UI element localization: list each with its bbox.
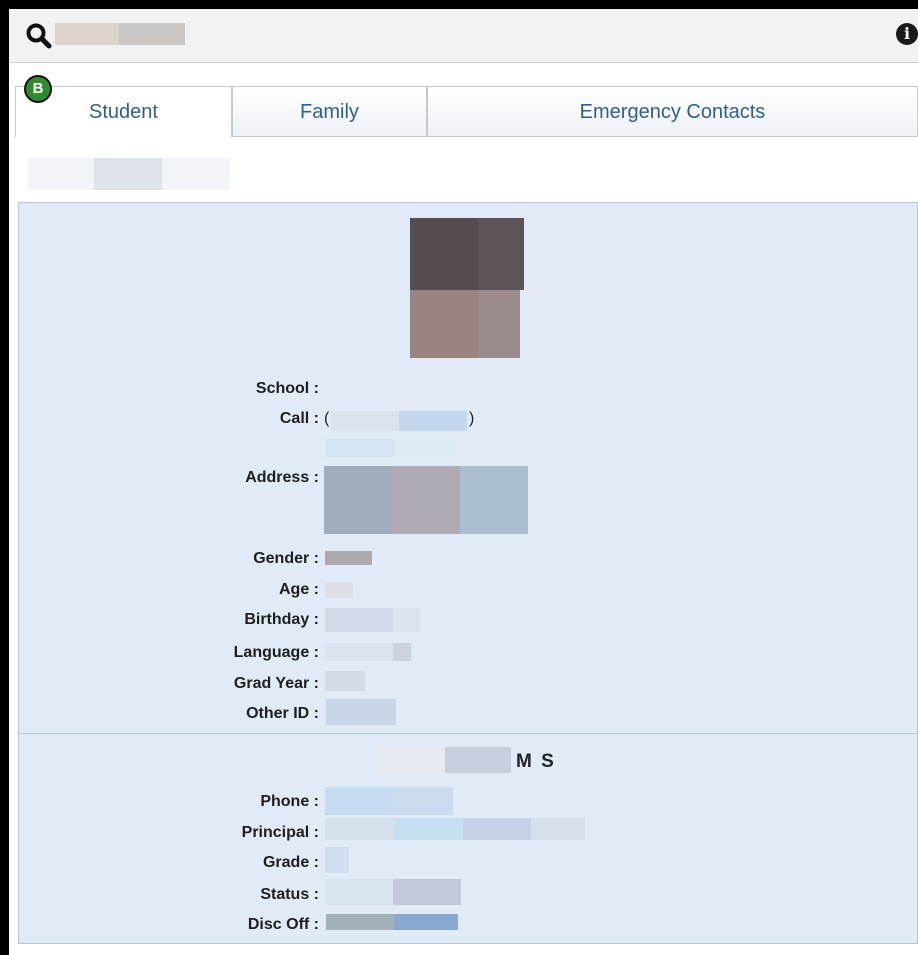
principal-redacted-2 — [395, 818, 463, 840]
gender-label: Gender : — [253, 550, 319, 567]
phone-label: Phone : — [260, 793, 319, 810]
school-name-redacted-2 — [445, 747, 511, 773]
status-redacted — [325, 879, 393, 905]
disc-off-redacted-2 — [394, 914, 458, 930]
other-id-label: Other ID : — [246, 705, 319, 722]
age-redacted — [325, 582, 353, 598]
search-icon[interactable] — [26, 23, 52, 49]
call-line2-redacted — [325, 439, 395, 457]
student-name-redacted-2 — [94, 158, 162, 190]
grade-redacted — [325, 847, 349, 873]
call-value-redacted — [331, 411, 399, 431]
phone-redacted-2 — [393, 787, 453, 815]
address-redacted-3 — [460, 466, 528, 534]
call-open-paren: ( — [324, 410, 330, 427]
school-label: School : — [255, 380, 319, 397]
grad-year-redacted — [325, 671, 365, 691]
age-label: Age : — [279, 581, 319, 598]
student-name-redacted-3 — [162, 158, 230, 190]
school-name-redacted — [377, 747, 445, 773]
tab-bar: Student Family Emergency Contacts — [15, 86, 918, 137]
phone-redacted — [325, 787, 393, 815]
address-label: Address : — [245, 469, 319, 486]
tab-family[interactable]: Family — [232, 86, 427, 136]
info-icon[interactable]: i — [896, 23, 918, 45]
disc-off-label: Disc Off : — [247, 916, 319, 933]
other-id-redacted — [326, 699, 396, 725]
call-label: Call : — [279, 410, 319, 427]
search-query-redacted[interactable] — [55, 23, 119, 45]
gender-redacted — [325, 551, 372, 565]
status-redacted-2 — [393, 879, 461, 905]
status-label: Status : — [260, 886, 319, 903]
birthday-redacted-2 — [393, 608, 420, 632]
language-label: Language : — [233, 644, 319, 661]
principal-label: Principal : — [241, 824, 319, 841]
student-photo — [410, 218, 524, 363]
principal-redacted — [325, 818, 395, 840]
principal-redacted-4 — [531, 818, 585, 840]
section-divider — [19, 733, 918, 734]
school-name-heading: M S — [516, 751, 556, 772]
grad-year-label: Grad Year : — [233, 675, 319, 692]
window-border-left — [0, 0, 9, 955]
call-value-redacted-2 — [399, 411, 467, 431]
language-redacted — [325, 643, 393, 661]
student-info-panel: School : Call : ( ) Address : Gender : A… — [18, 202, 918, 944]
call-close-paren: ) — [469, 410, 475, 427]
search-query-redacted-2 — [119, 23, 185, 45]
call-line2-redacted-2 — [395, 439, 455, 457]
tab-emergency-contacts[interactable]: Emergency Contacts — [427, 86, 918, 136]
disc-off-redacted — [326, 914, 394, 930]
language-redacted-2 — [393, 643, 411, 661]
birthday-redacted — [325, 608, 393, 632]
search-bar: i — [9, 9, 918, 63]
birthday-label: Birthday : — [244, 611, 319, 628]
app-badge: B — [24, 75, 52, 103]
grade-label: Grade : — [262, 854, 319, 871]
address-redacted — [324, 466, 392, 534]
student-name-redacted — [28, 158, 94, 190]
address-redacted-2 — [392, 466, 460, 534]
window-border-top — [0, 0, 918, 9]
principal-redacted-3 — [463, 818, 531, 840]
